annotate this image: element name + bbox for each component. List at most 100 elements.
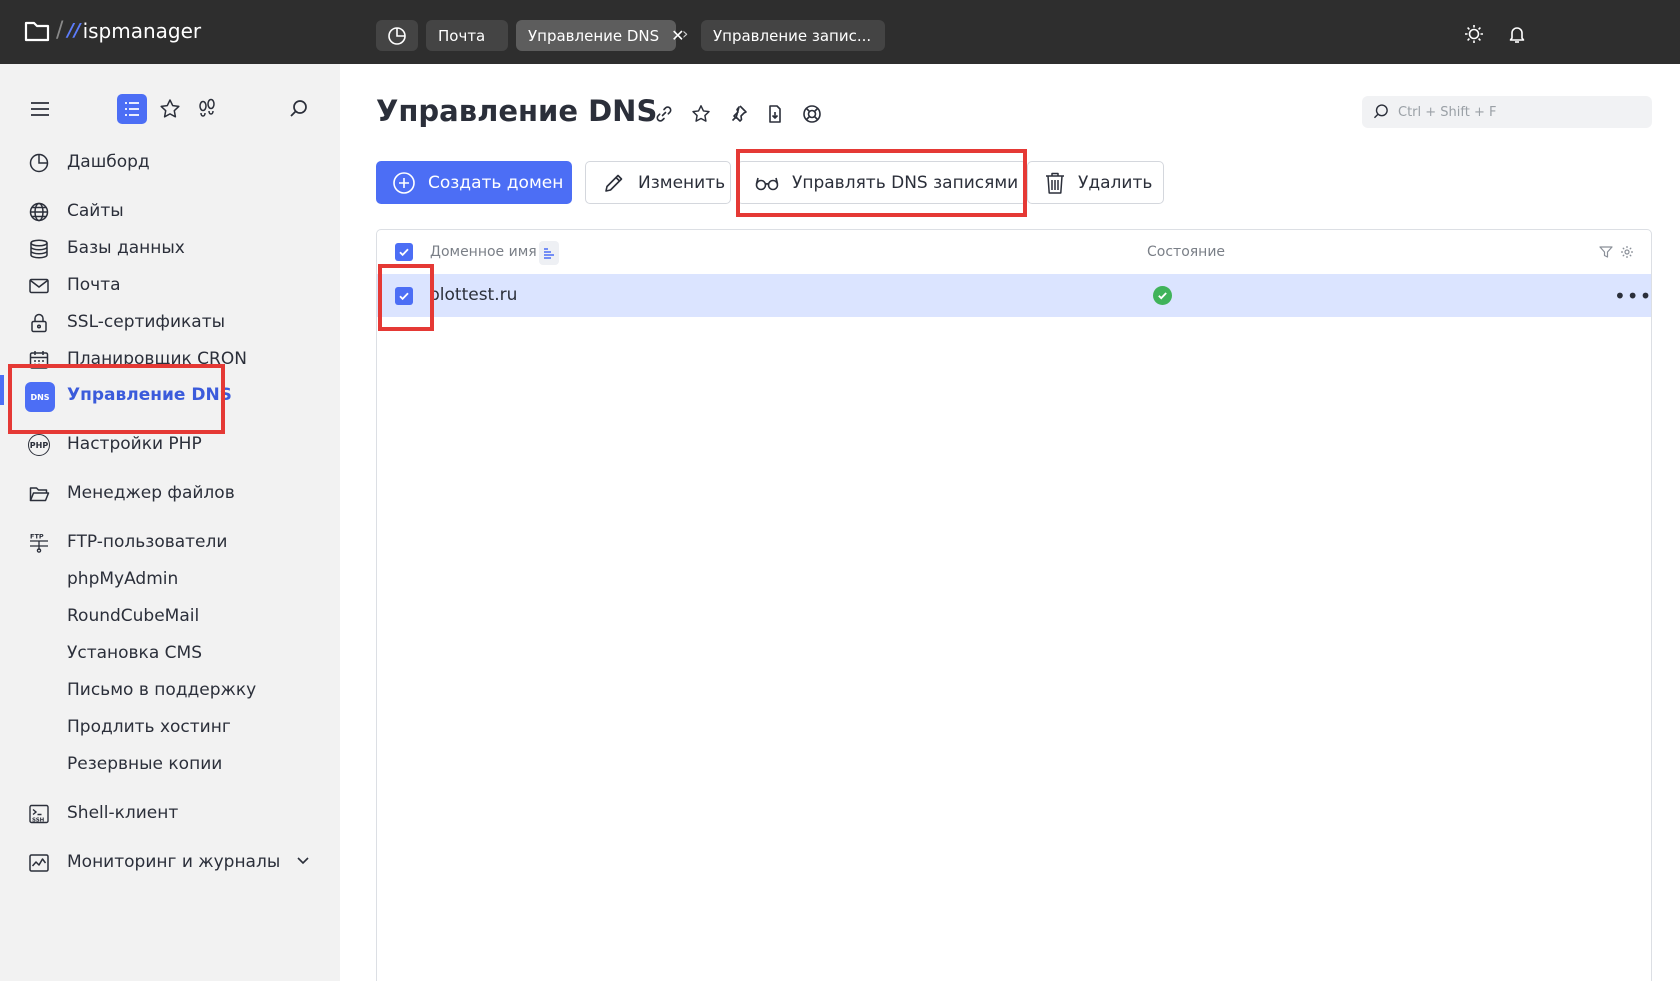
more-options-icon[interactable]: ••• <box>1614 284 1652 308</box>
mail-icon <box>28 275 50 297</box>
svg-text:SSH: SSH <box>32 818 45 824</box>
chevron-down-icon[interactable] <box>296 853 310 867</box>
highlight-manage-records <box>736 149 1027 217</box>
sidebar-item-label: SSL-сертификаты <box>67 312 226 332</box>
chevron-right-icon: › <box>682 24 689 43</box>
sidebar-item-label: Резервные копии <box>67 754 223 774</box>
sidebar-item-label: Дашборд <box>67 152 150 172</box>
sidebar: Дашборд Сайты Базы данных Почта SSL-серт… <box>0 64 340 981</box>
dashboard-icon <box>387 26 407 46</box>
sidebar-item-label: FTP-пользователи <box>67 532 228 552</box>
domains-table: Доменное имя Состояние blottest.ru ••• <box>376 229 1652 981</box>
sidebar-item-ftp[interactable]: FTP FTP-пользователи <box>0 525 340 559</box>
sidebar-item-phpmyadmin[interactable]: phpMyAdmin <box>0 562 340 596</box>
domain-name-cell: blottest.ru <box>429 285 518 305</box>
star-icon[interactable] <box>159 98 181 120</box>
sidebar-item-label: Мониторинг и журналы <box>67 852 281 872</box>
table-row[interactable]: blottest.ru ••• <box>377 274 1651 317</box>
status-ok-icon <box>1153 286 1172 305</box>
sidebar-item-sites[interactable]: Сайты <box>0 194 340 228</box>
sidebar-item-label: phpMyAdmin <box>67 569 179 589</box>
tab-label: Управление запис... <box>713 26 872 45</box>
highlight-sidebar-dns <box>8 364 225 434</box>
php-icon: PHP <box>28 434 50 456</box>
create-domain-button[interactable]: Создать домен <box>376 161 572 204</box>
sidebar-item-dashboard[interactable]: Дашборд <box>0 145 340 179</box>
help-icon[interactable] <box>802 104 822 124</box>
link-icon[interactable] <box>654 104 674 124</box>
delete-button[interactable]: Удалить <box>1027 161 1164 204</box>
tab-label: Управление DNS <box>528 26 660 45</box>
sidebar-item-file-manager[interactable]: Менеджер файлов <box>0 476 340 510</box>
pin-icon[interactable] <box>728 104 748 124</box>
pencil-icon <box>602 171 626 195</box>
sidebar-item-backups[interactable]: Резервные копии <box>0 747 340 781</box>
highlight-row-checkbox <box>378 264 434 331</box>
settings-gear-icon[interactable] <box>1620 245 1634 259</box>
tab-mail[interactable]: Почта <box>426 20 508 51</box>
sidebar-item-support[interactable]: Письмо в поддержку <box>0 673 340 707</box>
ftp-icon: FTP <box>28 532 50 554</box>
search-icon[interactable] <box>288 98 310 120</box>
sidebar-item-label: Настройки PHP <box>67 434 202 454</box>
sidebar-toolbar <box>0 94 340 128</box>
logo-separator: / <box>56 18 64 43</box>
sidebar-item-monitoring[interactable]: Мониторинг и журналы <box>0 845 340 879</box>
lock-icon <box>28 312 50 334</box>
button-label: Создать домен <box>428 172 564 193</box>
button-label: Удалить <box>1078 172 1153 193</box>
tab-dns-records[interactable]: Управление запис... <box>701 20 885 51</box>
export-icon[interactable] <box>765 104 785 124</box>
trash-icon <box>1044 171 1066 195</box>
folder-open-icon <box>28 483 50 505</box>
sidebar-item-mail[interactable]: Почта <box>0 268 340 302</box>
select-all-checkbox[interactable] <box>395 243 413 261</box>
dashboard-icon <box>28 152 50 174</box>
tab-dns-management[interactable]: Управление DNS ✕ <box>516 20 685 51</box>
sidebar-item-label: Продлить хостинг <box>67 717 231 737</box>
folder-icon <box>24 20 50 42</box>
main-content: Управление DNS Создать домен Изменить <box>340 64 1680 981</box>
column-header-domain[interactable]: Доменное имя <box>430 244 537 260</box>
footsteps-icon[interactable] <box>196 98 218 120</box>
sidebar-item-label: Установка CMS <box>67 643 202 663</box>
star-icon[interactable] <box>691 104 711 124</box>
sidebar-item-ssl[interactable]: SSL-сертификаты <box>0 305 340 339</box>
sidebar-item-renew[interactable]: Продлить хостинг <box>0 710 340 744</box>
search-input[interactable] <box>1398 96 1638 128</box>
sidebar-item-label: Базы данных <box>67 238 185 258</box>
sidebar-item-databases[interactable]: Базы данных <box>0 231 340 265</box>
sidebar-item-label: Shell-клиент <box>67 803 179 823</box>
app-logo[interactable]: / // ispmanager <box>24 18 201 43</box>
tab-label: Почта <box>438 26 486 45</box>
top-bar: / // ispmanager Почта Управление DNS ✕ ›… <box>0 0 1680 64</box>
terminal-icon: SSH <box>28 803 50 825</box>
sidebar-item-label: Письмо в поддержку <box>67 680 257 700</box>
sidebar-item-cms[interactable]: Установка CMS <box>0 636 340 670</box>
edit-button[interactable]: Изменить <box>585 161 731 204</box>
button-label: Изменить <box>638 172 726 193</box>
table-header: Доменное имя Состояние <box>377 230 1651 274</box>
logo-text: ispmanager <box>82 18 202 43</box>
plus-circle-icon <box>392 171 416 195</box>
sidebar-item-label: RoundCubeMail <box>67 606 200 626</box>
column-header-status[interactable]: Состояние <box>1147 244 1225 260</box>
sidebar-item-label: Сайты <box>67 201 124 221</box>
bell-icon[interactable] <box>1507 24 1527 44</box>
search-icon <box>1372 103 1390 121</box>
theme-toggle-icon[interactable] <box>1464 24 1484 44</box>
chart-icon <box>28 852 50 874</box>
globe-icon <box>28 201 50 223</box>
tab-dashboard[interactable] <box>376 20 418 51</box>
search-field[interactable] <box>1362 96 1652 128</box>
sidebar-item-label: Менеджер файлов <box>67 483 235 503</box>
list-view-icon[interactable] <box>117 94 147 124</box>
sidebar-item-label: Почта <box>67 275 121 295</box>
logo-mark: // <box>67 20 81 41</box>
sidebar-item-roundcube[interactable]: RoundCubeMail <box>0 599 340 633</box>
database-icon <box>28 238 50 260</box>
sort-icon[interactable] <box>539 241 559 265</box>
menu-icon[interactable] <box>29 100 51 118</box>
filter-icon[interactable] <box>1599 245 1613 259</box>
sidebar-item-shell[interactable]: SSH Shell-клиент <box>0 796 340 830</box>
